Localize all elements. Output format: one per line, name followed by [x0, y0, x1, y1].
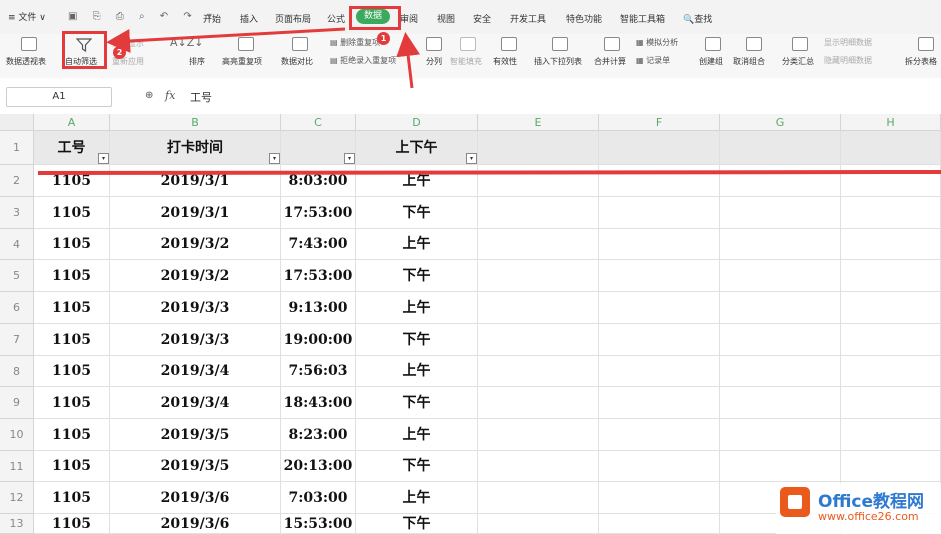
office-logo-icon: [780, 487, 810, 517]
watermark-url: www.office26.com: [818, 510, 919, 523]
arrow-to-autofilter: [106, 27, 346, 53]
watermark-title: Office教程网: [818, 492, 925, 512]
annotation-arrows: [37, 27, 941, 175]
arrow-to-data-tab: [396, 32, 421, 89]
filter-row-underline: [37, 170, 941, 175]
